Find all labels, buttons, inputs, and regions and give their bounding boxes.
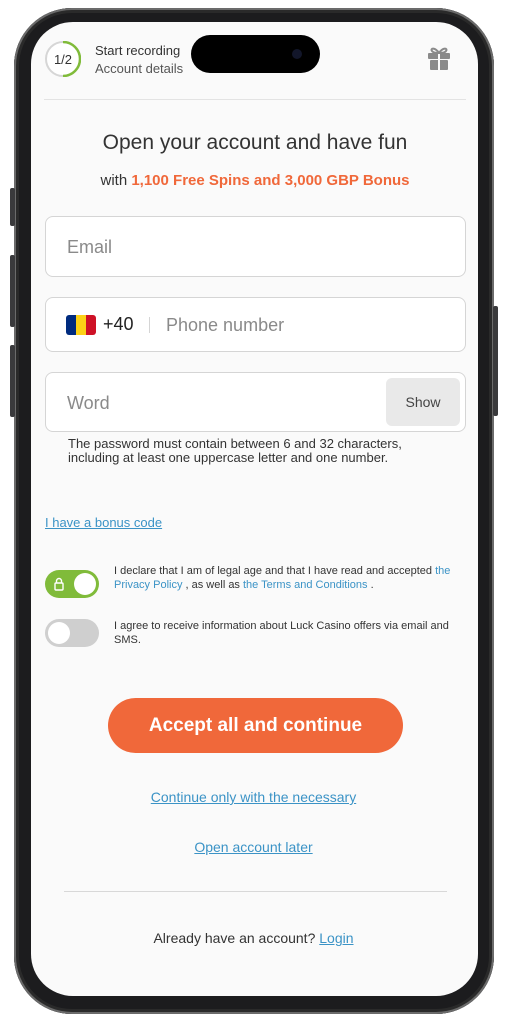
volume-up-button bbox=[10, 255, 15, 327]
terms-link[interactable]: the Terms and Conditions bbox=[243, 579, 368, 591]
continue-necessary-link: Continue only with the necessary bbox=[0, 789, 507, 805]
toggle-knob bbox=[74, 573, 96, 595]
legal-age-text-1: I declare that I am of legal age and tha… bbox=[114, 565, 436, 577]
volume-down-button bbox=[10, 345, 15, 417]
legal-age-text-2: , as well as bbox=[182, 579, 243, 591]
header-divider bbox=[44, 99, 466, 100]
marketing-toggle[interactable] bbox=[45, 619, 99, 647]
password-field[interactable]: Word Show bbox=[45, 372, 466, 432]
phone-placeholder: Phone number bbox=[166, 315, 285, 335]
power-button bbox=[493, 306, 498, 416]
gift-icon[interactable] bbox=[427, 45, 451, 71]
toggle-knob bbox=[48, 622, 70, 644]
password-placeholder: Word bbox=[67, 393, 110, 413]
progress-title: Start recording bbox=[95, 43, 181, 58]
continue-necessary-label[interactable]: Continue only with the necessary bbox=[151, 789, 356, 805]
progress-arc bbox=[62, 41, 81, 77]
bonus-offer-highlight: 1,100 Free Spins and 3,000 GBP Bonus bbox=[131, 172, 410, 189]
footer-divider bbox=[64, 891, 447, 892]
bonus-offer: with 1,100 Free Spins and 3,000 GBP Bonu… bbox=[40, 172, 470, 189]
password-hint: The password must contain between 6 and … bbox=[68, 436, 402, 465]
legal-age-text-3: . bbox=[367, 579, 374, 591]
bonus-offer-prefix: with bbox=[100, 172, 132, 189]
email-field[interactable]: Email bbox=[45, 216, 466, 277]
lock-icon bbox=[54, 577, 64, 591]
front-camera bbox=[292, 49, 302, 59]
open-later-link: Open account later bbox=[0, 839, 507, 855]
phone-divider bbox=[149, 317, 150, 333]
progress-subtitle: Account details bbox=[95, 61, 184, 76]
accept-all-button[interactable]: Accept all and continue bbox=[108, 698, 403, 753]
bonus-code-link[interactable]: I have a bonus code bbox=[45, 515, 162, 530]
login-prompt: Already have an account? Login bbox=[0, 930, 507, 946]
romania-flag-icon[interactable] bbox=[66, 315, 96, 335]
login-link[interactable]: Login bbox=[319, 930, 353, 946]
legal-age-text: I declare that I am of legal age and tha… bbox=[114, 564, 454, 592]
action-button bbox=[10, 188, 15, 226]
open-later-label[interactable]: Open account later bbox=[194, 839, 312, 855]
email-placeholder: Email bbox=[67, 237, 113, 257]
show-password-button[interactable]: Show bbox=[386, 378, 460, 426]
marketing-consent-text: I agree to receive information about Luc… bbox=[114, 620, 449, 646]
phone-field[interactable]: +40 Phone number bbox=[45, 297, 466, 352]
login-prompt-text: Already have an account? bbox=[153, 930, 320, 946]
dynamic-island bbox=[191, 35, 320, 73]
page-title: Open your account and have fun bbox=[102, 131, 408, 154]
legal-age-toggle[interactable] bbox=[45, 570, 99, 598]
phone-country-code[interactable]: +40 bbox=[103, 314, 134, 335]
